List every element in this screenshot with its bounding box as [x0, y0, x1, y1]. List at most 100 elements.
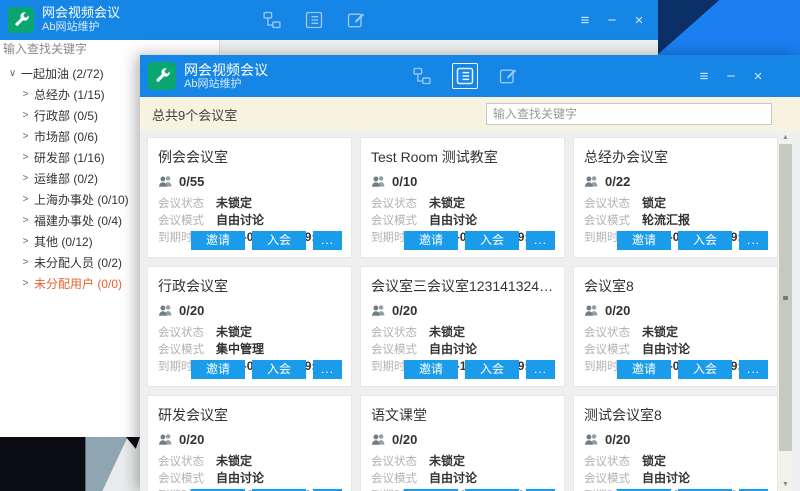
chevron-right-icon[interactable]: >	[20, 152, 31, 163]
room-grid: 例会会议室 0/55 会议状态 未锁定 会议模式 自由讨论 到期时间	[140, 131, 800, 491]
edit-icon[interactable]	[346, 10, 366, 30]
invite-button[interactable]: 邀请	[404, 231, 458, 250]
mode-label: 会议模式	[371, 341, 429, 357]
menu-icon[interactable]: ≡	[578, 12, 592, 29]
join-button[interactable]: 入会	[465, 360, 519, 379]
wrench-app-icon	[8, 7, 34, 33]
invite-button[interactable]: 邀请	[617, 231, 671, 250]
room-list-icon-active[interactable]	[452, 63, 478, 89]
members-icon	[584, 433, 599, 446]
chevron-right-icon[interactable]: >	[20, 89, 31, 100]
status-label: 会议状态	[158, 453, 216, 469]
scrollbar-thumb[interactable]	[779, 144, 792, 451]
status-value: 未锁定	[216, 194, 252, 211]
invite-button[interactable]: 邀请	[404, 360, 458, 379]
app-subtitle: Ab网站维护	[42, 21, 120, 34]
chevron-right-icon[interactable]: >	[20, 257, 31, 268]
room-card: 测试会议室8 0/20 会议状态 锁定 会议模式 自由讨论 到期时间	[573, 395, 778, 491]
tree-item-label: 上海办事处 (0/10)	[34, 191, 129, 208]
members-icon	[584, 175, 599, 188]
more-button[interactable]: ...	[313, 231, 342, 250]
join-button[interactable]: 入会	[252, 360, 306, 379]
room-name: 总经办会议室	[584, 147, 767, 167]
join-button[interactable]: 入会	[678, 360, 732, 379]
mode-label: 会议模式	[584, 212, 642, 228]
minimize-icon[interactable]: −	[605, 12, 619, 29]
invite-button[interactable]: 邀请	[191, 231, 245, 250]
chevron-right-icon[interactable]: >	[20, 194, 31, 205]
mode-value: 自由讨论	[216, 469, 264, 486]
room-card: 行政会议室 0/20 会议状态 未锁定 会议模式 集中管理 到期时间	[147, 266, 352, 387]
status-value: 未锁定	[642, 323, 678, 340]
front-window: 网会视频会议 Ab网站维护	[140, 55, 800, 491]
join-button[interactable]: 入会	[252, 231, 306, 250]
room-name: 例会会议室	[158, 147, 341, 167]
status-label: 会议状态	[158, 324, 216, 340]
wallpaper-navy-triangle	[656, 0, 800, 56]
app-subtitle: Ab网站维护	[184, 78, 268, 91]
status-value: 未锁定	[429, 452, 465, 469]
room-name: 会议室三会议室123141324141三会议室	[371, 276, 554, 296]
member-count: 0/20	[392, 303, 417, 318]
close-icon[interactable]: ×	[632, 12, 646, 29]
edit-icon[interactable]	[498, 66, 518, 86]
app-brand: 网会视频会议 Ab网站维护	[0, 6, 120, 34]
chevron-right-icon[interactable]: >	[20, 215, 31, 226]
mode-value: 自由讨论	[429, 340, 477, 357]
room-card: 研发会议室 0/20 会议状态 未锁定 会议模式 自由讨论 到期时间	[147, 395, 352, 491]
room-name: 研发会议室	[158, 405, 341, 425]
chevron-right-icon[interactable]: >	[20, 131, 31, 142]
more-button[interactable]: ...	[526, 231, 555, 250]
app-brand: 网会视频会议 Ab网站维护	[140, 62, 268, 91]
chevron-right-icon[interactable]: >	[20, 278, 31, 289]
member-count: 0/10	[392, 174, 417, 189]
invite-button[interactable]: 邀请	[617, 360, 671, 379]
room-list-content: 例会会议室 0/55 会议状态 未锁定 会议模式 自由讨论 到期时间	[140, 131, 800, 491]
room-count-summary: 总共9个会议室	[152, 105, 237, 124]
org-chart-icon[interactable]	[262, 10, 282, 30]
room-list-icon[interactable]	[304, 10, 324, 30]
chevron-down-icon[interactable]: ∨	[7, 68, 18, 79]
mode-value: 自由讨论	[642, 469, 690, 486]
mode-label: 会议模式	[584, 470, 642, 486]
room-search-input[interactable]	[486, 103, 772, 125]
vertical-scrollbar[interactable]: ▲ ▼	[778, 131, 793, 491]
mode-label: 会议模式	[158, 212, 216, 228]
more-button[interactable]: ...	[739, 231, 768, 250]
org-chart-icon[interactable]	[412, 66, 432, 86]
chevron-right-icon[interactable]: >	[20, 173, 31, 184]
status-label: 会议状态	[158, 195, 216, 211]
invite-button[interactable]: 邀请	[191, 360, 245, 379]
minimize-icon[interactable]: −	[724, 68, 738, 85]
join-button[interactable]: 入会	[465, 231, 519, 250]
more-button[interactable]: ...	[526, 360, 555, 379]
status-value: 未锁定	[216, 452, 252, 469]
room-card: Test Room 测试教室 0/10 会议状态 未锁定 会议模式 自由讨论	[360, 137, 565, 258]
menu-icon[interactable]: ≡	[697, 68, 711, 85]
mode-value: 集中管理	[216, 340, 264, 357]
members-icon	[371, 175, 386, 188]
tree-item-label: 未分配人员 (0/2)	[34, 254, 122, 271]
chevron-right-icon[interactable]: >	[20, 110, 31, 121]
members-icon	[158, 304, 173, 317]
member-count: 0/20	[179, 303, 204, 318]
status-label: 会议状态	[371, 324, 429, 340]
tree-item-label: 总经办 (1/15)	[34, 86, 105, 103]
tree-item-label: 市场部 (0/6)	[34, 128, 98, 145]
room-card: 语文课堂 0/20 会议状态 未锁定 会议模式 自由讨论 到期时间	[360, 395, 565, 491]
mode-label: 会议模式	[584, 341, 642, 357]
scroll-up-icon[interactable]: ▲	[778, 131, 793, 144]
member-count: 0/20	[605, 303, 630, 318]
tree-item-label: 一起加油 (2/72)	[21, 65, 104, 82]
tree-item-label: 运维部 (0/2)	[34, 170, 98, 187]
join-button[interactable]: 入会	[678, 231, 732, 250]
close-icon[interactable]: ×	[751, 68, 765, 85]
more-button[interactable]: ...	[313, 360, 342, 379]
front-window-titlebar[interactable]: 网会视频会议 Ab网站维护	[140, 55, 800, 97]
mode-label: 会议模式	[158, 341, 216, 357]
chevron-right-icon[interactable]: >	[20, 236, 31, 247]
room-info-bar: 总共9个会议室	[140, 97, 800, 131]
more-button[interactable]: ...	[739, 360, 768, 379]
back-window-titlebar[interactable]: 网会视频会议 Ab网站维护	[0, 0, 658, 40]
scroll-down-icon[interactable]: ▼	[778, 478, 793, 491]
